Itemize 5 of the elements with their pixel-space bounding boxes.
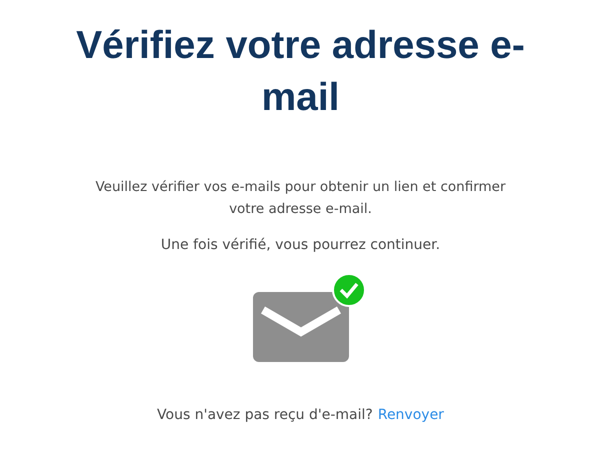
instruction-text: Veuillez vérifier vos e-mails pour obtenir un lien et confirmer votre adresse e-mail. [94, 178, 507, 219]
no-email-text: Vous n'avez pas reçu d'e-mail? [157, 406, 373, 425]
page-title: Vérifiez votre adresse e-mail [75, 23, 526, 121]
resend-link[interactable]: Renvoyer [378, 404, 444, 426]
info-text: Une fois vérifié, vous pourrez continuer. [160, 236, 440, 255]
